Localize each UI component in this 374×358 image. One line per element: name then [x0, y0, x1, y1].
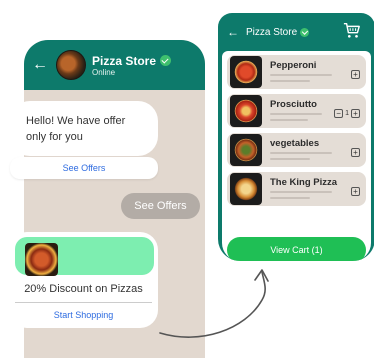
product-detail-line — [270, 191, 332, 193]
product-detail-line — [270, 197, 310, 199]
store-title: Pizza Store — [246, 26, 298, 38]
product-item[interactable]: vegetables + — [227, 133, 366, 167]
product-detail-line — [270, 158, 310, 160]
product-image — [230, 56, 262, 88]
promo-banner — [15, 237, 154, 276]
product-detail-line — [270, 113, 322, 115]
shopping-cart-icon[interactable] — [343, 21, 361, 39]
product-image — [230, 95, 262, 127]
promo-divider — [15, 302, 152, 303]
view-cart-button[interactable]: View Cart (1) — [227, 237, 366, 261]
promo-text: 20% Discount on Pizzas — [24, 283, 143, 295]
quantity-value: 1 — [345, 110, 349, 117]
arrow-left-icon[interactable]: ← — [227, 25, 239, 39]
product-name: The King Pizza — [270, 177, 338, 188]
product-detail-line — [270, 80, 310, 82]
add-to-cart-button[interactable]: + — [351, 70, 360, 79]
promo-pizza-image — [25, 243, 58, 276]
product-name: Pepperoni — [270, 60, 317, 71]
product-detail-line — [270, 152, 332, 154]
product-name: Prosciutto — [270, 99, 317, 110]
product-item[interactable]: Prosciutto − 1 + — [227, 94, 366, 128]
increase-quantity-button[interactable]: + — [351, 109, 360, 118]
add-to-cart-button[interactable]: + — [351, 187, 360, 196]
arrow-left-icon[interactable]: ← — [32, 56, 48, 74]
product-name: vegetables — [270, 138, 320, 149]
chat-store-name: Pizza Store — [92, 53, 157, 68]
product-image — [230, 134, 262, 166]
store-screen: ← Pizza Store Pepperoni + Prosciutto − 1… — [218, 13, 374, 261]
quantity-stepper: − 1 + — [334, 109, 360, 118]
product-item[interactable]: The King Pizza + — [227, 172, 366, 206]
product-image — [230, 173, 262, 205]
chat-store-info: Pizza Store Online — [92, 53, 172, 77]
product-detail-line — [270, 119, 308, 121]
start-shopping-button[interactable]: Start Shopping — [9, 310, 158, 320]
offer-message-bubble: Hello! We have offer only for you — [10, 101, 158, 156]
add-to-cart-button[interactable]: + — [351, 148, 360, 157]
store-avatar[interactable] — [56, 50, 86, 80]
chat-header: ← Pizza Store Online — [24, 40, 205, 90]
product-item[interactable]: Pepperoni + — [227, 55, 366, 89]
store-header: ← Pizza Store — [218, 13, 374, 51]
product-detail-line — [270, 74, 332, 76]
reply-message-bubble: See Offers — [121, 193, 200, 219]
decrease-quantity-button[interactable]: − — [334, 109, 344, 118]
product-list: Pepperoni + Prosciutto − 1 + vegetables … — [222, 51, 371, 261]
store-name-row: Pizza Store — [92, 53, 172, 68]
chat-store-status: Online — [92, 67, 116, 77]
promo-card: 20% Discount on Pizzas Start Shopping — [9, 232, 158, 328]
verified-check-icon — [300, 27, 310, 37]
see-offers-button[interactable]: See Offers — [10, 157, 158, 179]
verified-check-icon — [160, 55, 172, 66]
